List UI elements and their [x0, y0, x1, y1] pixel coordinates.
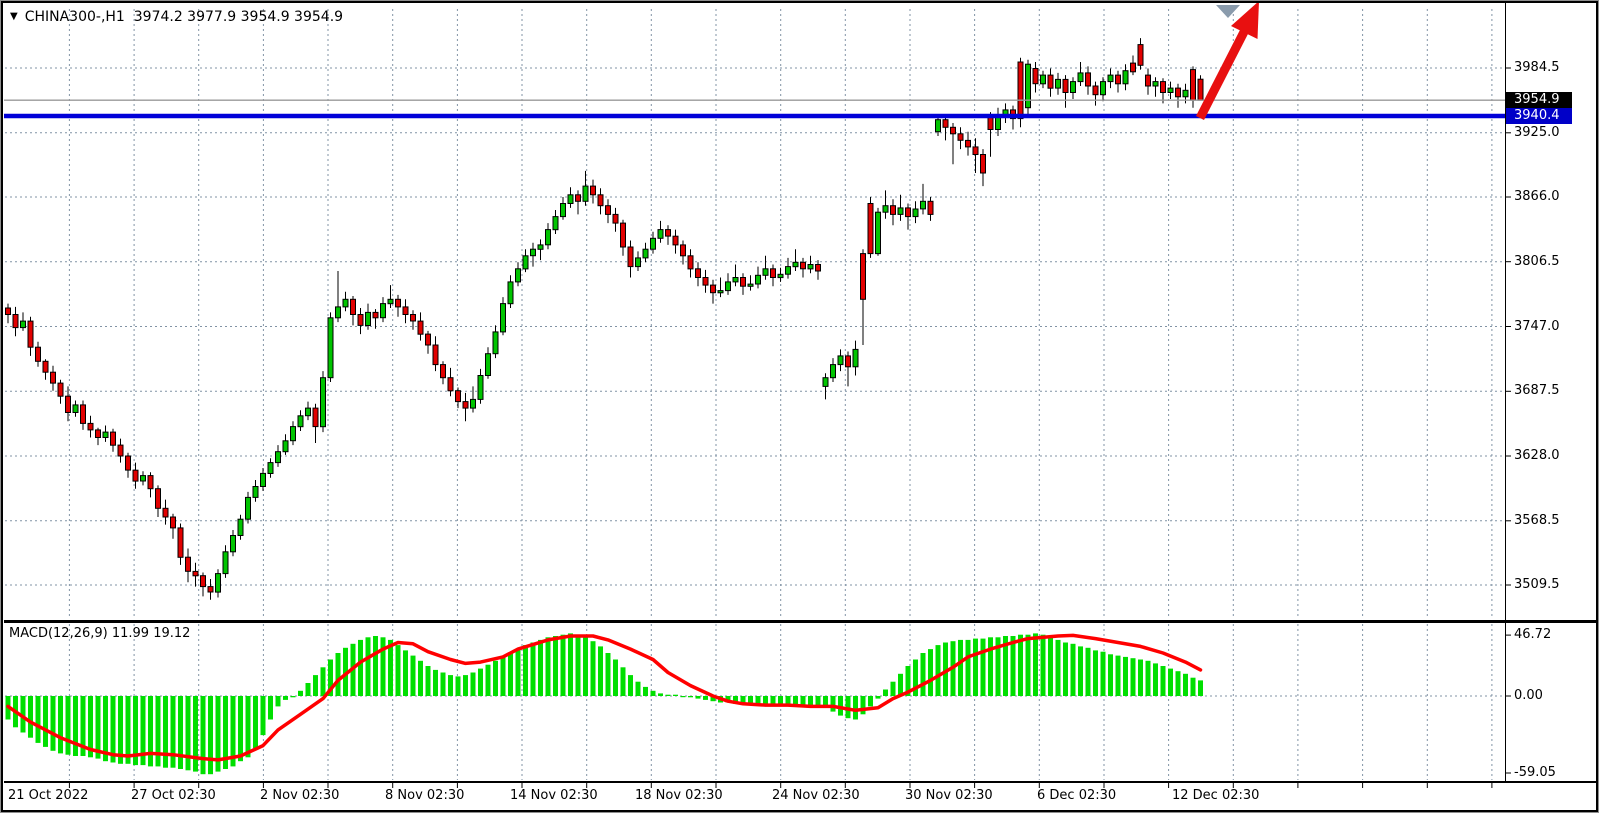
ohlc-readout: 3974.2 3977.9 3954.9 3954.9 [134, 9, 343, 25]
grid-horizontal [5, 68, 1511, 773]
symbol-dropdown-icon[interactable]: ▼ [10, 11, 18, 22]
time-tick-label: 2 Nov 02:30 [260, 788, 339, 803]
time-tick-label: 18 Nov 02:30 [635, 788, 723, 803]
time-tick-label: 8 Nov 02:30 [385, 788, 464, 803]
macd-indicator-label: MACD(12,26,9) 11.99 19.12 [9, 626, 190, 641]
time-tick-label: 24 Nov 02:30 [772, 788, 860, 803]
time-tick-label: 21 Oct 2022 [8, 788, 88, 803]
chart-title: ▼ CHINA300-,H1 3974.2 3977.9 3954.9 3954.… [10, 9, 343, 25]
macd-histogram[interactable] [6, 633, 1204, 774]
macd-tick-label: -59.05 [1514, 765, 1556, 781]
current-price-badge: 3954.9 [1506, 92, 1572, 108]
chart-shift-marker-icon[interactable] [1216, 5, 1240, 18]
timeline-separator [4, 781, 1597, 783]
price-tick-label: 3628.0 [1514, 448, 1560, 464]
pane-separator[interactable] [4, 620, 1597, 623]
macd-tick-label: 46.72 [1514, 627, 1551, 643]
time-tick-label: 30 Nov 02:30 [905, 788, 993, 803]
price-tick-label: 3687.5 [1514, 383, 1560, 399]
time-tick-label: 6 Dec 02:30 [1037, 788, 1116, 803]
time-tick-label: 12 Dec 02:30 [1172, 788, 1259, 803]
price-tick-label: 3925.0 [1514, 125, 1560, 141]
chart-canvas[interactable] [0, 0, 1599, 813]
symbol-period-label: CHINA300-,H1 [25, 9, 125, 25]
time-tick-label: 27 Oct 02:30 [131, 788, 216, 803]
support-line-badge: 3940.4 [1506, 108, 1572, 124]
macd-tick-label: 0.00 [1514, 688, 1543, 704]
price-tick-label: 3984.5 [1514, 60, 1560, 76]
time-tick-label: 14 Nov 02:30 [510, 788, 598, 803]
price-tick-label: 3806.5 [1514, 254, 1560, 270]
price-tick-label: 3866.0 [1514, 189, 1560, 205]
price-tick-label: 3509.5 [1514, 577, 1560, 593]
grid-vertical [69, 9, 1492, 788]
chart-window: ▼ CHINA300-,H1 3974.2 3977.9 3954.9 3954.… [0, 0, 1599, 813]
price-tick-label: 3747.0 [1514, 319, 1560, 335]
price-tick-label: 3568.5 [1514, 513, 1560, 529]
candlestick-series[interactable] [6, 38, 1204, 600]
